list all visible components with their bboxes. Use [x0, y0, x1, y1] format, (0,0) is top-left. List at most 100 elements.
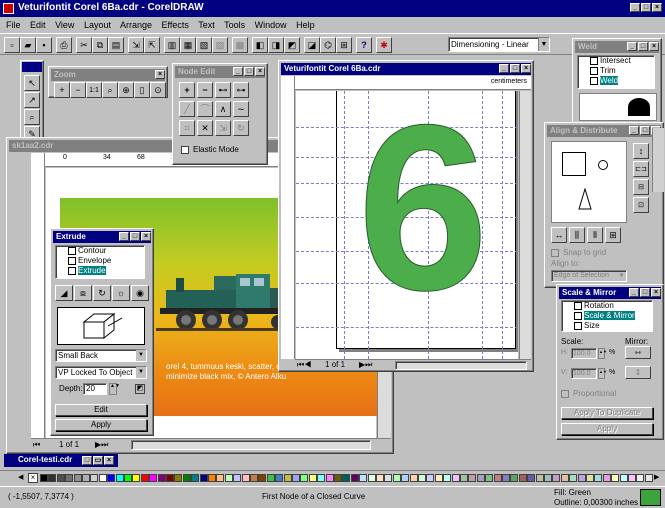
zoom-in-icon[interactable]: +: [54, 82, 70, 98]
next-page-icon[interactable]: ▶⏭: [359, 360, 372, 370]
scale-min-button[interactable]: _: [629, 288, 639, 297]
menu-layout[interactable]: Layout: [84, 20, 111, 30]
palette-swatch[interactable]: [434, 474, 443, 482]
new-icon[interactable]: ▫: [4, 37, 20, 53]
palette-swatch[interactable]: [275, 474, 284, 482]
palette-swatch[interactable]: [384, 474, 393, 482]
weld-max-button[interactable]: □: [638, 42, 648, 51]
stretch-icon[interactable]: ⇲: [215, 120, 231, 136]
palette-swatch[interactable]: [40, 474, 48, 482]
zoom-tool-icon[interactable]: ⌕: [24, 109, 40, 125]
palette-swatch[interactable]: [367, 474, 376, 482]
palette-swatch[interactable]: [300, 474, 309, 482]
palette-swatch[interactable]: [174, 474, 183, 482]
mirror-h-icon[interactable]: ⇿: [625, 346, 651, 359]
palette-swatch[interactable]: [233, 474, 242, 482]
palette-swatch[interactable]: [98, 474, 107, 482]
palette-swatch[interactable]: [224, 474, 233, 482]
cut-icon[interactable]: ✂: [76, 37, 92, 53]
add-node-icon[interactable]: +: [179, 82, 195, 98]
palette-swatch[interactable]: [191, 474, 200, 482]
weld-min-button[interactable]: _: [627, 42, 637, 51]
palette-swatch[interactable]: [409, 474, 418, 482]
break-node-icon[interactable]: ⊶: [233, 82, 249, 98]
palette-swatch[interactable]: [560, 474, 569, 482]
apply-duplicate-button[interactable]: Apply To Duplicate: [561, 407, 653, 419]
palette-swatch[interactable]: [350, 474, 359, 482]
palette-swatch[interactable]: [182, 474, 191, 482]
cusp-icon[interactable]: ∧: [215, 101, 231, 117]
palette-swatch[interactable]: [73, 474, 82, 482]
extrude-edit-button[interactable]: Edit: [55, 404, 147, 416]
palette-swatch[interactable]: [65, 474, 74, 482]
effect-item-extrude[interactable]: Extrude: [56, 266, 144, 276]
first-page-icon[interactable]: ⏮: [33, 439, 40, 450]
palette-swatch[interactable]: [325, 474, 334, 482]
palette-swatch[interactable]: [535, 474, 544, 482]
palette-swatch[interactable]: [132, 474, 141, 482]
transform-item-rotation[interactable]: Rotation: [562, 301, 652, 311]
no-color-swatch[interactable]: ×: [28, 473, 38, 483]
weld-item-weld[interactable]: Weld: [578, 76, 654, 86]
align-min-button[interactable]: _: [629, 126, 639, 135]
effect-item-contour[interactable]: Contour: [56, 246, 144, 256]
palette-swatch[interactable]: [334, 474, 342, 482]
palette-swatch[interactable]: [527, 474, 536, 482]
menu-help[interactable]: Help: [296, 20, 315, 30]
palette-swatch[interactable]: [199, 474, 208, 482]
palette-swatch[interactable]: [56, 474, 65, 482]
align-bottom-icon[interactable]: ⊡: [633, 197, 649, 213]
minimize-button[interactable]: _: [630, 3, 640, 12]
next-page-icon[interactable]: ▶⏭: [95, 439, 108, 450]
palette-swatch[interactable]: [115, 474, 124, 482]
doc-min-close-button[interactable]: ×: [104, 456, 114, 465]
palette-swatch[interactable]: [90, 474, 99, 482]
palette-swatch[interactable]: [552, 474, 561, 482]
palette-scroll-right-icon[interactable]: ▶: [654, 473, 662, 483]
scale-v-input[interactable]: 100.0: [571, 368, 597, 379]
extrude-tab-light-icon[interactable]: ☼: [112, 285, 130, 301]
doc-min-restore-button[interactable]: □: [82, 456, 92, 465]
palette-swatch[interactable]: [544, 474, 552, 482]
palette-swatch[interactable]: [208, 474, 216, 482]
extrude-min-button[interactable]: _: [119, 232, 129, 241]
align-hdist-icon[interactable]: ⫴: [587, 227, 603, 243]
zoom-width-icon[interactable]: ⊙: [150, 82, 166, 98]
palette-swatch[interactable]: [266, 474, 275, 482]
node-edit-close-button[interactable]: ×: [255, 67, 265, 76]
to-back-icon[interactable]: ◨: [268, 37, 284, 53]
menu-arrange[interactable]: Arrange: [120, 20, 152, 30]
copy-icon[interactable]: ⧉: [92, 37, 108, 53]
palette-swatch[interactable]: [376, 474, 384, 482]
palette-swatch[interactable]: [493, 474, 502, 482]
symmetric-icon[interactable]: ⌗: [179, 120, 195, 136]
forward-icon[interactable]: ◩: [284, 37, 300, 53]
palette-swatch[interactable]: [308, 474, 317, 482]
combine-icon[interactable]: ▨: [212, 37, 228, 53]
align-right-icon[interactable]: ⊞: [605, 227, 621, 243]
extrude-apply-button[interactable]: Apply: [55, 419, 147, 431]
to-curve-icon[interactable]: ⌒: [197, 101, 213, 117]
depth-spinner[interactable]: ▲▼: [109, 383, 120, 395]
align-vdist-icon[interactable]: ⊟: [633, 179, 649, 195]
snap-grid-checkbox[interactable]: [551, 249, 559, 257]
palette-swatch[interactable]: [124, 474, 132, 482]
palette-swatch[interactable]: [157, 474, 166, 482]
zoom-all-icon[interactable]: ⊕: [118, 82, 134, 98]
palette-swatch[interactable]: [82, 474, 90, 482]
weld-close-button[interactable]: ×: [649, 42, 659, 51]
join-node-icon[interactable]: ⊷: [215, 82, 231, 98]
doc-main-min-button[interactable]: _: [499, 64, 509, 73]
group-icon[interactable]: ▦: [180, 37, 196, 53]
palette-swatch[interactable]: [216, 474, 225, 482]
proportional-checkbox[interactable]: [561, 390, 569, 398]
menu-view[interactable]: View: [55, 20, 74, 30]
align-icon[interactable]: ▥: [164, 37, 180, 53]
palette-swatch[interactable]: [619, 474, 628, 482]
export-icon[interactable]: ⇱: [144, 37, 160, 53]
palette-swatch[interactable]: [317, 474, 326, 482]
palette-swatch[interactable]: [644, 474, 653, 482]
doc-main-vscroll[interactable]: [519, 91, 531, 359]
extrude-tab-vp-icon[interactable]: ⧈: [74, 285, 92, 301]
scale-max-button[interactable]: □: [640, 288, 650, 297]
